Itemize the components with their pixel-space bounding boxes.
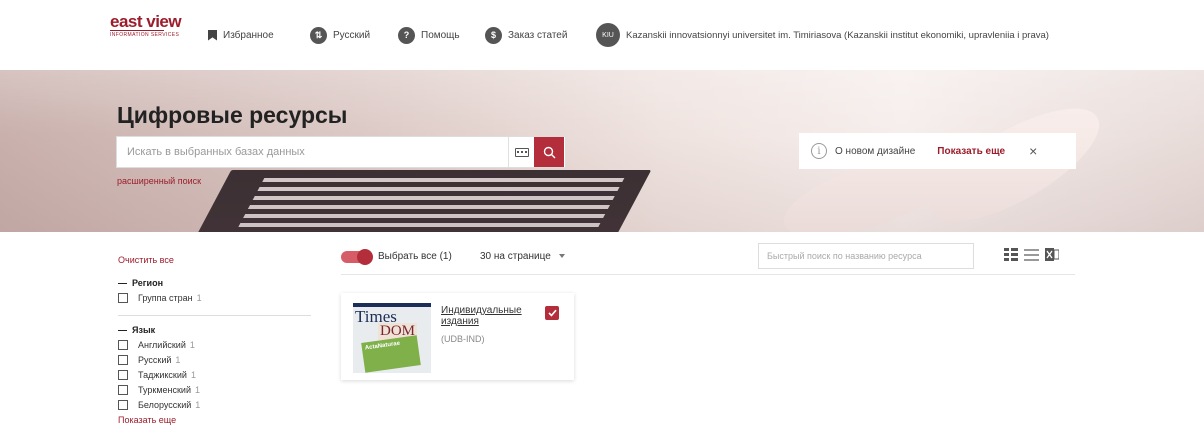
filter-item-region-0[interactable]: Группа стран 1 (118, 291, 202, 304)
excel-export-icon[interactable] (1045, 248, 1060, 266)
filter-item-count: 1 (175, 354, 181, 365)
resource-thumbnail[interactable]: Times DOM ActaNaturae (353, 303, 431, 373)
orders-label: Заказ статей (508, 29, 568, 41)
quick-search-input[interactable] (759, 244, 973, 268)
filter-item-label: Английский (138, 339, 186, 350)
filter-item-count: 1 (190, 369, 196, 380)
dollar-icon: $ (485, 26, 502, 44)
language-label: Русский (333, 29, 371, 41)
bookmark-icon (208, 29, 217, 41)
language-filter-title: Язык (132, 325, 156, 335)
grid-view-icon[interactable] (1004, 248, 1018, 266)
institution-account[interactable]: KIU Kazanskii innovatsionnyi universitet… (596, 23, 1049, 47)
help-icon: ? (398, 26, 415, 44)
logo-underline (110, 30, 164, 31)
filter-item-label: Туркменский (138, 384, 191, 395)
collapse-icon (118, 330, 127, 332)
filter-item-count: 1 (189, 339, 195, 350)
quick-search-box (758, 243, 974, 269)
filter-item-label: Группа стран (138, 292, 193, 303)
design-notice: i О новом дизайне Показать еще × (799, 133, 1076, 169)
filter-item-count: 1 (195, 384, 201, 395)
language-switcher[interactable]: ⇅ Русский (310, 24, 370, 46)
favorites-link[interactable]: Избранное (208, 24, 274, 46)
filter-item-count: 1 (196, 292, 202, 303)
keyboard-icon (514, 147, 529, 157)
thumbnail-text-acta: ActaNaturae (364, 340, 401, 352)
institution-avatar: KIU (596, 23, 620, 47)
checkbox[interactable] (118, 384, 128, 395)
language-filter-heading[interactable]: Язык (118, 325, 155, 335)
thumbnail-cover-acta: ActaNaturae (361, 335, 421, 373)
filter-item-language-4[interactable]: Белорусский 1 (118, 398, 200, 411)
resource-title-link[interactable]: Индивидуальные издания (441, 305, 547, 327)
notice-text: О новом дизайне (835, 145, 916, 157)
filter-item-language-2[interactable]: Таджикский 1 (118, 368, 196, 381)
resource-select-checkbox[interactable] (545, 306, 559, 320)
top-bar: east view INFORMATION SERVICES Избранное… (0, 0, 1204, 70)
virtual-keyboard-button[interactable] (508, 137, 534, 167)
resource-code: (UDB-IND) (441, 334, 485, 344)
page-title: Цифровые ресурсы (117, 102, 348, 128)
logo-text: east view (110, 12, 182, 31)
hero-banner: Цифровые ресурсы расширенный поиск i О н… (0, 70, 1204, 232)
help-link[interactable]: ? Помощь (398, 24, 460, 46)
checkbox[interactable] (118, 354, 128, 365)
search-input[interactable] (117, 137, 508, 167)
info-icon: i (811, 143, 827, 159)
region-filter-heading[interactable]: Регион (118, 278, 163, 288)
checkbox[interactable] (118, 292, 128, 303)
select-all-toggle[interactable] (341, 249, 373, 265)
search-button[interactable] (534, 137, 564, 167)
toolbar-divider (341, 274, 1075, 275)
clear-all-filters-link[interactable]: Очистить все (118, 255, 174, 265)
checkbox[interactable] (118, 399, 128, 410)
main-search-bar (116, 136, 566, 168)
filter-item-label: Таджикский (138, 369, 187, 380)
filters-show-more-link[interactable]: Показать еще (118, 415, 176, 425)
filter-item-count: 1 (195, 399, 201, 410)
toggle-knob (357, 249, 373, 265)
help-label: Помощь (421, 29, 460, 41)
logo-subtext: INFORMATION SERVICES (110, 32, 180, 38)
chevron-down-icon (558, 254, 565, 259)
notice-show-more-link[interactable]: Показать еще (937, 146, 1005, 157)
collapse-icon (118, 283, 127, 285)
filter-item-language-0[interactable]: Английский 1 (118, 338, 195, 351)
advanced-search-link[interactable]: расширенный поиск (117, 176, 201, 186)
filter-item-language-3[interactable]: Туркменский 1 (118, 383, 200, 396)
favorites-label: Избранное (223, 29, 274, 41)
checkbox[interactable] (118, 339, 128, 350)
filter-item-language-1[interactable]: Русский 1 (118, 353, 180, 366)
filter-divider (118, 315, 311, 316)
checkbox[interactable] (118, 369, 128, 380)
filter-item-label: Русский (138, 354, 172, 365)
filter-item-label: Белорусский (138, 399, 192, 410)
search-icon (543, 146, 555, 158)
orders-link[interactable]: $ Заказ статей (485, 24, 567, 46)
east-view-logo[interactable]: east view INFORMATION SERVICES (110, 12, 190, 38)
per-page-label: 30 на странице (480, 251, 551, 262)
language-icon: ⇅ (310, 26, 327, 44)
check-icon (547, 309, 557, 317)
close-icon[interactable]: × (1029, 143, 1037, 159)
resource-card: Times DOM ActaNaturae Индивидуальные изд… (341, 293, 574, 380)
per-page-dropdown[interactable]: 30 на странице (480, 251, 565, 262)
institution-name: Kazanskii innovatsionnyi universitet im.… (626, 29, 1049, 41)
region-filter-title: Регион (132, 278, 163, 288)
list-view-icon[interactable] (1024, 248, 1039, 266)
select-all-label[interactable]: Выбрать все (1) (378, 251, 452, 262)
